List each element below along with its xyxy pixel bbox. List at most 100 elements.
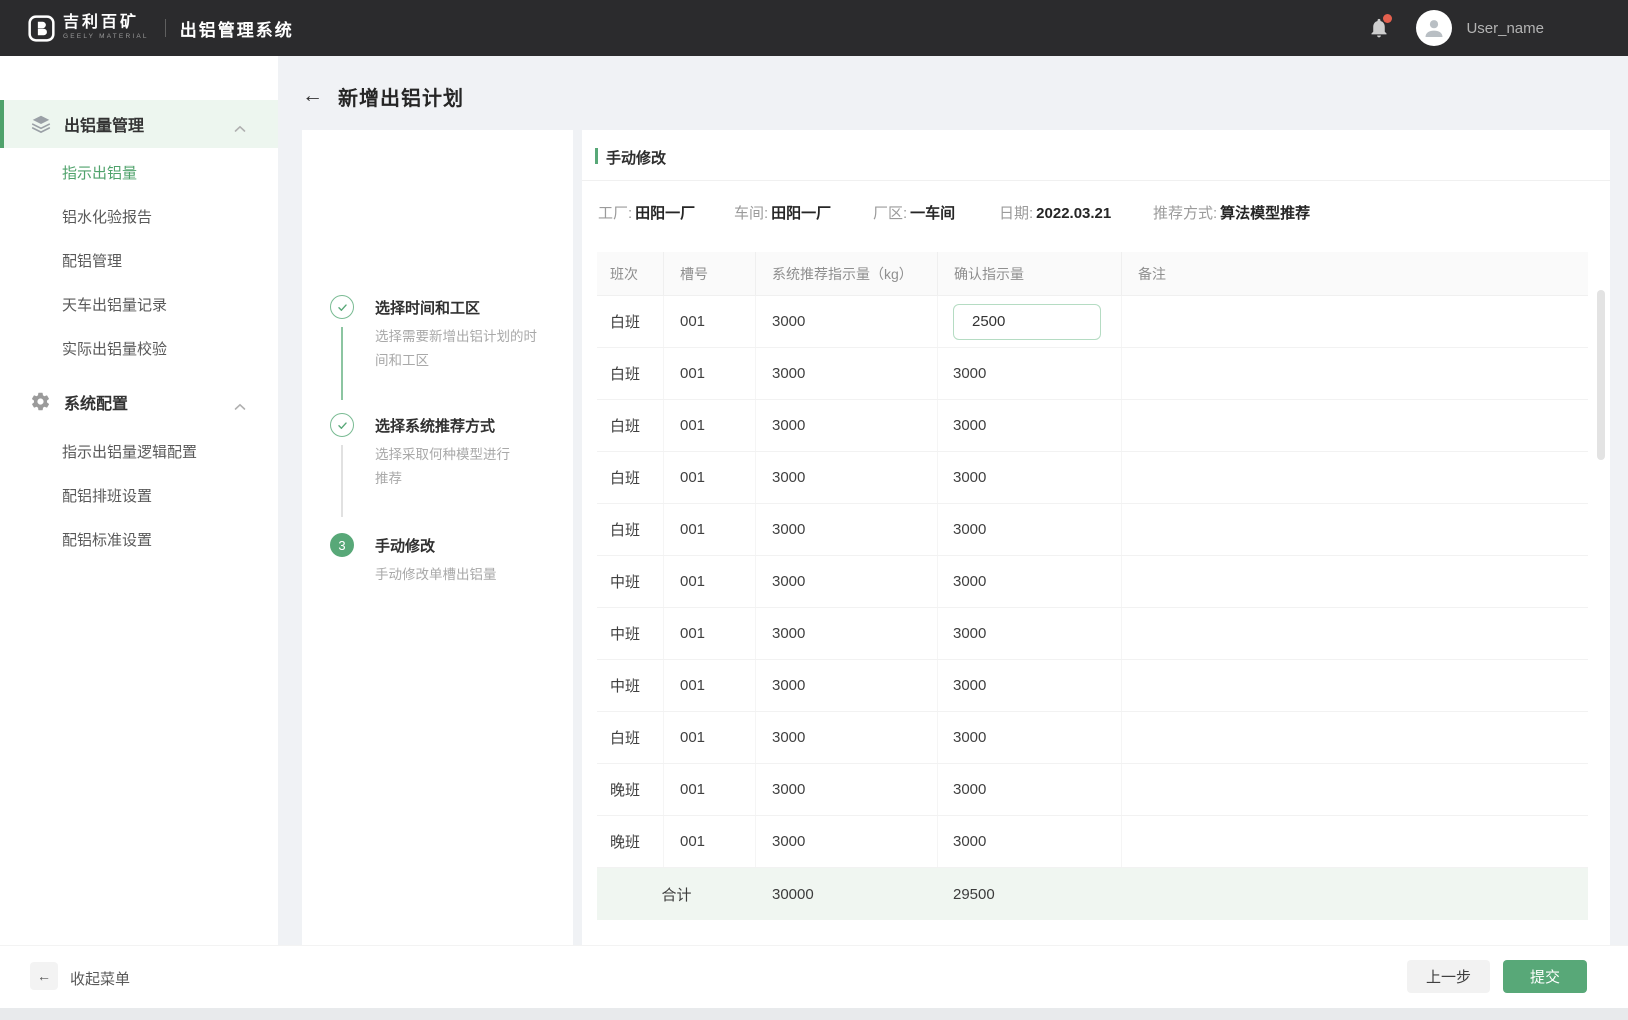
section-accent-bar: [595, 148, 598, 164]
chevron-up-icon: [234, 120, 246, 138]
table-row: 中班00130003000: [597, 608, 1588, 660]
cell-slot: 001: [664, 348, 756, 399]
table-row: 白班00130003000: [597, 504, 1588, 556]
table-total-row: 合计 30000 29500: [597, 868, 1588, 920]
cell-slot: 001: [664, 296, 756, 347]
submit-button[interactable]: 提交: [1503, 960, 1587, 993]
cell-slot: 001: [664, 400, 756, 451]
info-factory: 工厂:田阳一厂: [598, 202, 695, 223]
table-row: 白班00130003000: [597, 712, 1588, 764]
cell-shift: 白班: [597, 452, 664, 503]
cell-confirmed: 3000: [938, 504, 1122, 555]
section-title: 手动修改: [606, 147, 666, 168]
step-check-icon: [330, 413, 354, 437]
total-recommended: 30000: [756, 868, 938, 920]
table-row: 白班00130003000: [597, 348, 1588, 400]
sidebar-item-assay-report[interactable]: 铝水化验报告: [0, 196, 278, 240]
sidebar-group1-items: 指示出铝量 铝水化验报告 配铝管理 天车出铝量记录 实际出铝量校验: [0, 152, 278, 372]
brand-name-cn: 吉利百矿: [63, 15, 149, 31]
cell-shift: 中班: [597, 660, 664, 711]
cell-shift: 晚班: [597, 816, 664, 867]
cell-slot: 001: [664, 608, 756, 659]
sidebar-item-standard-config[interactable]: 配铝标准设置: [0, 519, 278, 563]
sidebar-item-crane-record[interactable]: 天车出铝量记录: [0, 284, 278, 328]
table-row: 中班00130003000: [597, 660, 1588, 712]
detail-panel: 手动修改 工厂:田阳一厂 车间:田阳一厂 厂区:一车间 日期:2022.03.2…: [582, 130, 1610, 945]
cell-confirmed: [938, 296, 1122, 347]
section-header: 手动修改: [582, 130, 1610, 181]
info-recommend-mode: 推荐方式:算法模型推荐: [1153, 202, 1310, 223]
bottom-strip: [0, 1008, 1628, 1020]
sidebar-item-shift-config[interactable]: 配铝排班设置: [0, 475, 278, 519]
info-date: 日期:2022.03.21: [999, 202, 1111, 223]
layers-icon: [30, 113, 52, 135]
cell-confirmed: 3000: [938, 712, 1122, 763]
total-label: 合计: [597, 868, 756, 920]
back-arrow-icon[interactable]: ←: [302, 84, 328, 108]
cell-remark: [1122, 816, 1588, 867]
sidebar-group-aluminum-output[interactable]: 出铝量管理: [0, 100, 278, 148]
cell-shift: 中班: [597, 608, 664, 659]
main-content: ← 新增出铝计划 选择时间和工区 选择需要新增出铝计划的时 间和工区 选择系统推…: [278, 56, 1628, 945]
confirmed-input[interactable]: [953, 304, 1101, 340]
table-scrollbar[interactable]: [1597, 290, 1605, 460]
cell-remark: [1122, 556, 1588, 607]
step-title: 手动修改: [375, 535, 435, 556]
sidebar-group2-items: 指示出铝量逻辑配置 配铝排班设置 配铝标准设置: [0, 431, 278, 563]
plan-info-row: 工厂:田阳一厂 车间:田阳一厂 厂区:一车间 日期:2022.03.21 推荐方…: [582, 181, 1610, 241]
cell-slot: 001: [664, 660, 756, 711]
cell-recommended: 3000: [756, 452, 938, 503]
sidebar-item-indicated-output[interactable]: 指示出铝量: [0, 152, 278, 196]
cell-recommended: 3000: [756, 764, 938, 815]
step-connector: [341, 327, 343, 400]
cell-recommended: 3000: [756, 608, 938, 659]
cell-recommended: 3000: [756, 504, 938, 555]
table-row: 白班0013000: [597, 296, 1588, 348]
notification-bell-icon[interactable]: [1368, 16, 1390, 40]
step-desc: 手动修改单槽出铝量: [375, 563, 547, 587]
sidebar-item-allocation-mgmt[interactable]: 配铝管理: [0, 240, 278, 284]
brand-text: 吉利百矿 GEELY MATERIAL: [63, 15, 149, 41]
sidebar-group-label: 出铝量管理: [64, 112, 144, 136]
cell-remark: [1122, 452, 1588, 503]
chevron-up-icon: [234, 398, 246, 416]
total-remark: [1122, 868, 1588, 920]
table-row: 白班00130003000: [597, 452, 1588, 504]
table-row: 晚班00130003000: [597, 764, 1588, 816]
cell-remark: [1122, 712, 1588, 763]
step-desc: 选择需要新增出铝计划的时 间和工区: [375, 325, 547, 373]
table-body: 白班0013000白班00130003000白班00130003000白班001…: [597, 296, 1588, 868]
step-connector: [341, 445, 343, 517]
step-title: 选择时间和工区: [375, 297, 480, 318]
col-header-recommended: 系统推荐指示量（kg）: [756, 252, 938, 295]
cell-shift: 晚班: [597, 764, 664, 815]
cell-slot: 001: [664, 816, 756, 867]
col-header-slot: 槽号: [664, 252, 756, 295]
avatar[interactable]: [1416, 10, 1452, 46]
cell-confirmed: 3000: [938, 400, 1122, 451]
steps-panel: 选择时间和工区 选择需要新增出铝计划的时 间和工区 选择系统推荐方式 选择采取何…: [302, 130, 573, 945]
previous-step-button[interactable]: 上一步: [1407, 960, 1490, 993]
collapse-menu-button[interactable]: ←: [30, 962, 58, 990]
cell-remark: [1122, 348, 1588, 399]
cell-recommended: 3000: [756, 400, 938, 451]
cell-recommended: 3000: [756, 660, 938, 711]
cell-confirmed: 3000: [938, 764, 1122, 815]
notification-badge: [1383, 14, 1392, 23]
cell-recommended: 3000: [756, 556, 938, 607]
left-arrow-icon: ←: [37, 968, 51, 984]
sidebar-item-logic-config[interactable]: 指示出铝量逻辑配置: [0, 431, 278, 475]
sidebar-item-actual-check[interactable]: 实际出铝量校验: [0, 328, 278, 372]
cell-recommended: 3000: [756, 816, 938, 867]
sidebar-group-system-config[interactable]: 系统配置: [0, 378, 278, 426]
top-bar: 吉利百矿 GEELY MATERIAL 出铝管理系统 User_name: [0, 0, 1628, 56]
cell-remark: [1122, 504, 1588, 555]
cell-confirmed: 3000: [938, 660, 1122, 711]
cell-shift: 白班: [597, 348, 664, 399]
topbar-divider: [165, 19, 166, 37]
cell-shift: 白班: [597, 400, 664, 451]
table-header-row: 班次 槽号 系统推荐指示量（kg） 确认指示量 备注: [597, 252, 1588, 296]
cell-remark: [1122, 400, 1588, 451]
username-label: User_name: [1466, 20, 1544, 37]
app-title: 出铝管理系统: [180, 16, 294, 41]
